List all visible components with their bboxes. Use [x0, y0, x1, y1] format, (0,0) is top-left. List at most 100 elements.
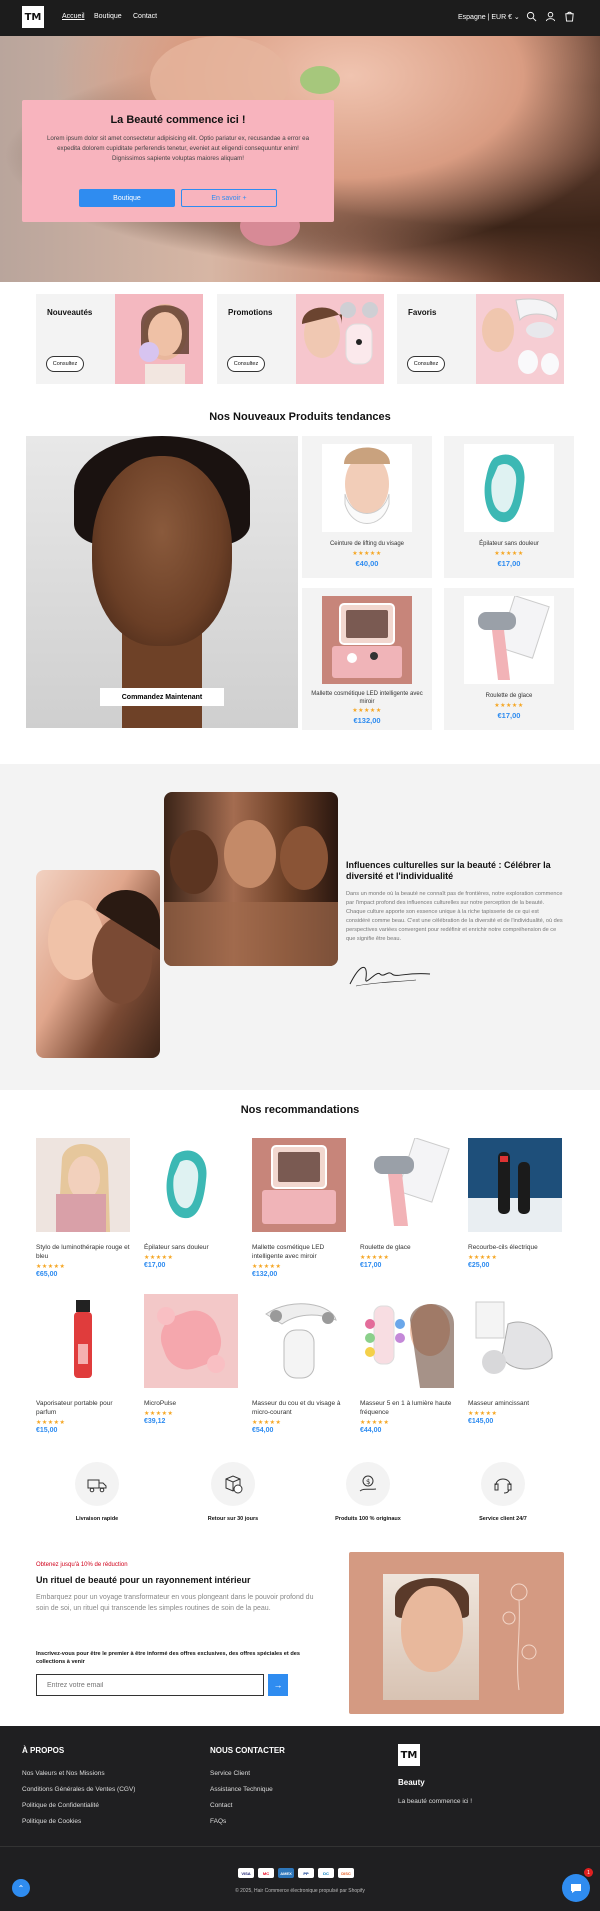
product-card[interactable]: Recourbe-cils électrique ★★★★★ €25,00: [468, 1138, 562, 1269]
product-card[interactable]: Mallette cosmétique LED intelligente ave…: [252, 1138, 346, 1278]
chat-button[interactable]: [562, 1874, 590, 1902]
footer-link[interactable]: Contact: [210, 1802, 232, 1809]
product-price: €65,00: [36, 1271, 58, 1278]
arrow-right-icon: →: [273, 1680, 283, 1690]
collection-card-favorites[interactable]: Favoris Consultez: [397, 294, 564, 384]
footer-link[interactable]: Conditions Générales de Ventes (CGV): [22, 1786, 135, 1793]
footer-link[interactable]: Service Client: [210, 1770, 250, 1777]
product-price: €39,12: [144, 1418, 166, 1425]
chat-badge: 1: [584, 1868, 593, 1877]
feature-label: Produits 100 % originaux: [335, 1516, 401, 1522]
collection-title: Favoris: [408, 308, 437, 317]
collection-card-promotions[interactable]: Promotions Consultez: [217, 294, 384, 384]
nav-contact[interactable]: Contact: [133, 13, 157, 20]
product-name: Vaporisateur portable pour parfum: [36, 1400, 113, 1416]
product-card[interactable]: Masseur amincissant ★★★★★ €145,00: [468, 1294, 562, 1425]
locale-selector[interactable]: Espagne | EUR € ⌄: [458, 13, 520, 21]
newsletter-signup-text: Inscrivez-vous pour être le premier à êt…: [36, 1651, 300, 1665]
product-name: Épilateur sans douleur: [479, 541, 539, 547]
product-name: Roulette de glace: [360, 1244, 411, 1251]
learn-more-button[interactable]: En savoir +: [181, 189, 277, 207]
culture-image-portraits-art: [48, 889, 160, 1004]
newsletter-image: [349, 1552, 564, 1714]
rating-stars: ★★★★★: [360, 1420, 390, 1426]
collection-image: [476, 294, 564, 384]
collection-button[interactable]: Consultez: [227, 356, 265, 372]
feature-label: Livraison rapide: [75, 1516, 119, 1522]
chat-icon: [571, 1884, 581, 1893]
product-card[interactable]: Stylo de luminothérapie rouge et bleu ★★…: [36, 1138, 130, 1278]
collection-button[interactable]: Consultez: [407, 356, 445, 372]
product-card[interactable]: Épilateur sans douleur ★★★★★ €17,00: [444, 436, 574, 578]
product-card[interactable]: Mallette cosmétique LED intelligente ave…: [302, 588, 432, 730]
rating-stars: ★★★★★: [352, 708, 382, 714]
product-price: €54,00: [252, 1427, 274, 1434]
product-name: Épilateur sans douleur: [144, 1244, 209, 1251]
product-image: [464, 596, 554, 684]
hero-text: Lorem ipsum dolor sit amet consectetur a…: [46, 135, 310, 162]
culture-image-group-art: [164, 820, 338, 966]
footer-link[interactable]: Politique de Confidentialité: [22, 1802, 99, 1809]
collection-button[interactable]: Consultez: [46, 356, 84, 372]
feature-original: $ Produits 100 % originaux: [318, 1462, 418, 1522]
product-name: Masseur amincissant: [468, 1400, 530, 1407]
footer-link[interactable]: Politique de Cookies: [22, 1818, 81, 1825]
logo[interactable]: TM: [22, 6, 44, 28]
feature-icon-wrap: $: [346, 1462, 390, 1506]
order-now-button[interactable]: Commandez Maintenant: [100, 688, 224, 706]
culture-title: Influences culturelles sur la beauté : C…: [346, 860, 551, 881]
product-image: [464, 444, 554, 532]
product-price: €17,00: [497, 559, 521, 568]
email-field[interactable]: [36, 1674, 264, 1696]
footer-link[interactable]: FAQs: [210, 1818, 226, 1825]
product-image: [360, 1137, 454, 1232]
product-name: Mallette cosmétique LED intelligente ave…: [311, 691, 423, 705]
chevron-down-icon: ⌄: [513, 14, 520, 21]
shop-button[interactable]: Boutique: [79, 189, 175, 207]
collection-image: [115, 294, 203, 384]
rating-stars: ★★★★★: [144, 1411, 174, 1417]
product-card[interactable]: Vaporisateur portable pour parfum ★★★★★ …: [36, 1294, 130, 1434]
diners-icon: DC: [318, 1868, 334, 1878]
product-card[interactable]: Roulette de glace ★★★★★ €17,00: [360, 1137, 454, 1269]
rating-stars: ★★★★★: [252, 1264, 282, 1270]
cart-icon[interactable]: [564, 11, 575, 22]
rating-stars: ★★★★★: [494, 703, 524, 709]
culture-image-portraits: [36, 870, 160, 1058]
footer-link[interactable]: Assistance Technique: [210, 1786, 273, 1793]
scroll-top-button[interactable]: ⌃: [12, 1879, 30, 1897]
rating-stars: ★★★★★: [468, 1411, 498, 1417]
culture-section: Influences culturelles sur la beauté : C…: [0, 764, 600, 1090]
nav-shop[interactable]: Boutique: [94, 13, 122, 20]
account-icon[interactable]: [545, 11, 556, 22]
product-name: Recourbe-cils électrique: [468, 1244, 538, 1251]
product-price: €17,00: [497, 711, 521, 720]
feature-returns: Retour sur 30 jours: [183, 1462, 283, 1522]
product-card[interactable]: Ceinture de lifting du visage ★★★★★ €40,…: [302, 436, 432, 578]
feature-support: Service client 24/7: [453, 1462, 553, 1522]
locale-label: Espagne | EUR €: [458, 14, 512, 21]
product-name: Masseur du cou et du visage à micro-cour…: [252, 1400, 341, 1416]
product-card[interactable]: Roulette de glace ★★★★★ €17,00: [444, 588, 574, 730]
rating-stars: ★★★★★: [360, 1255, 390, 1261]
product-card[interactable]: Masseur du cou et du visage à micro-cour…: [252, 1294, 346, 1434]
rating-stars: ★★★★★: [36, 1420, 66, 1426]
collection-card-new[interactable]: Nouveautés Consultez: [36, 294, 203, 384]
product-image: [144, 1294, 238, 1388]
product-card[interactable]: Épilateur sans douleur ★★★★★ €17,00: [144, 1138, 238, 1269]
product-price: €44,00: [360, 1427, 382, 1434]
footer-logo[interactable]: TM: [398, 1744, 420, 1766]
footer-link[interactable]: Nos Valeurs et Nos Missions: [22, 1770, 105, 1777]
rating-stars: ★★★★★: [468, 1255, 498, 1261]
subscribe-button[interactable]: →: [268, 1674, 288, 1696]
hero-banner: La Beauté commence ici ! Lorem ipsum dol…: [0, 36, 600, 282]
product-image: [468, 1294, 562, 1388]
product-card[interactable]: MicroPulse ★★★★★ €39,12: [144, 1294, 238, 1425]
product-image: [322, 444, 412, 532]
package-return-icon: [225, 1475, 243, 1494]
search-icon[interactable]: [526, 11, 537, 22]
nav-home[interactable]: Accueil: [62, 13, 85, 20]
product-card[interactable]: Masseur 5 en 1 à lumière haute fréquence…: [360, 1294, 454, 1434]
feature-delivery: Livraison rapide: [47, 1462, 147, 1522]
product-image: [252, 1294, 346, 1388]
